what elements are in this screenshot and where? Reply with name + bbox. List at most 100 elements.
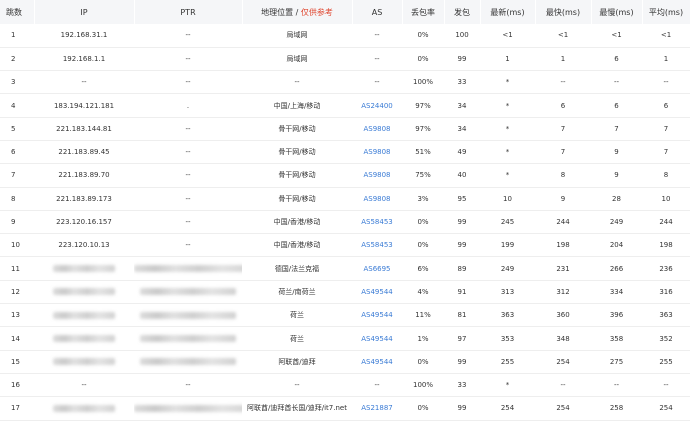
cell-hop: 1 [11,31,16,40]
as-link[interactable]: AS21887 [361,404,393,412]
redacted-ptr [140,311,236,319]
cell-avg: 7 [663,148,669,157]
cell-geo: 中国/香港/移动 [273,241,321,250]
cell-loss: 51% [415,148,431,157]
cell-last: * [505,78,510,87]
cell-avg: 6 [663,101,669,110]
cell-best: 231 [556,264,570,273]
cell-best: 7 [560,148,566,157]
cell-avg: 198 [659,241,673,250]
cell-ptr [134,350,242,373]
header-ip: IP [34,0,135,24]
cell-sent: 99 [457,54,467,63]
cell-loss: 0% [417,31,429,40]
as-link[interactable]: AS49544 [361,288,393,296]
cell-worst: 266 [609,264,624,273]
cell-ptr: -- [185,381,191,390]
cell-ptr: -- [185,124,191,133]
cell-loss: 100% [412,78,433,87]
as-link[interactable]: AS58453 [361,241,393,249]
cell-geo: 骨干网/移动 [278,124,316,133]
cell-ptr: -- [185,218,191,227]
cell-sent: 34 [457,101,467,110]
cell-last: 353 [500,334,515,343]
cell-sent: 33 [457,78,467,87]
table-row: 5 221.183.144.81 -- 骨干网/移动 AS9808 97% 34 * 7 7 7 [0,117,690,141]
cell-ip [34,397,134,420]
cell-avg: -- [663,78,669,87]
cell-avg: 316 [659,287,673,296]
cell-geo: -- [294,78,300,87]
cell-last: * [505,148,510,157]
cell-as: AS6695 [352,257,402,280]
cell-worst: -- [613,381,620,390]
cell-best: 9 [560,194,566,203]
as-link[interactable]: AS9808 [363,148,390,156]
cell-avg: 254 [659,404,673,413]
cell-as: AS24400 [352,94,402,117]
cell-worst: 204 [609,241,624,250]
as-link[interactable]: AS9808 [363,125,390,133]
header-geo-note: 仅供参考 [300,7,333,17]
as-link[interactable]: AS49544 [361,335,393,343]
cell-avg: 255 [659,357,673,366]
cell-loss: 0% [417,54,429,63]
cell-ptr: -- [185,241,191,250]
cell-best: -- [560,78,566,87]
as-link[interactable]: AS9808 [363,195,390,203]
cell-geo: 骨干网/移动 [278,194,316,203]
cell-ptr [134,327,242,350]
as-link[interactable]: AS49544 [361,358,393,366]
redacted-ip [53,358,115,366]
cell-loss: 0% [417,357,429,366]
table-body: 1 192.168.31.1 -- 局域网 -- 0% 100 <1 <1 <1 <1 2 192.16… [0,24,690,421]
cell-loss: 75% [415,171,431,180]
cell-geo: 骨干网/移动 [278,171,316,180]
cell-hop: 4 [11,101,16,110]
cell-best: 254 [556,404,570,413]
as-link[interactable]: AS58453 [361,218,393,226]
cell-best: 254 [556,357,570,366]
cell-best: 244 [556,218,570,227]
as-link[interactable]: AS24400 [361,102,393,110]
cell-hop: 6 [11,148,16,157]
cell-ip [34,350,134,373]
cell-ip: 223.120.10.13 [58,241,110,250]
cell-ip: 221.183.89.173 [56,194,112,203]
cell-best: -- [560,381,566,390]
cell-ip: 221.183.144.81 [56,124,112,133]
as-link[interactable]: AS6695 [363,265,390,273]
cell-last: 10 [503,194,512,203]
redacted-ptr [140,335,236,342]
cell-ptr: -- [185,54,191,63]
header-last: 最新(ms) [480,0,536,24]
cell-last: 249 [500,264,515,273]
table-row: 3 -- -- -- -- 100% 33 * -- -- -- [0,71,690,94]
cell-loss: 100% [412,381,433,390]
cell-loss: 6% [417,264,429,273]
cell-best: 6 [560,101,566,110]
redacted-ptr [134,265,242,273]
as-link[interactable]: AS9808 [363,171,390,179]
as-link[interactable]: AS49544 [361,311,393,319]
cell-best: 198 [556,241,570,250]
cell-as: -- [374,381,380,390]
cell-worst: 9 [614,148,619,157]
table-row: 13 荷兰 AS49544 11% 81 363 360 396 363 [0,304,690,327]
cell-best: 1 [560,54,566,63]
cell-loss: 97% [415,124,431,133]
cell-geo: 局域网 [286,54,308,63]
cell-worst: 258 [609,404,624,413]
cell-last: * [505,101,510,110]
cell-as: AS49544 [352,304,402,327]
cell-ip: 221.183.89.70 [58,171,110,180]
cell-hop: 2 [11,54,16,63]
redacted-ptr [134,404,242,412]
cell-sent: 40 [457,171,467,180]
traceroute-table: 跳数 IP PTR 地理位置 / 仅供参考 AS 丢包率 发包 最新(ms) 最… [0,0,690,421]
cell-loss: 0% [417,404,429,413]
cell-hop: 10 [11,241,20,250]
table-row: 6 221.183.89.45 -- 骨干网/移动 AS9808 51% 49 * 7 9 7 [0,140,690,164]
cell-ip: -- [81,381,87,390]
cell-geo: 中国/上海/移动 [273,101,321,110]
